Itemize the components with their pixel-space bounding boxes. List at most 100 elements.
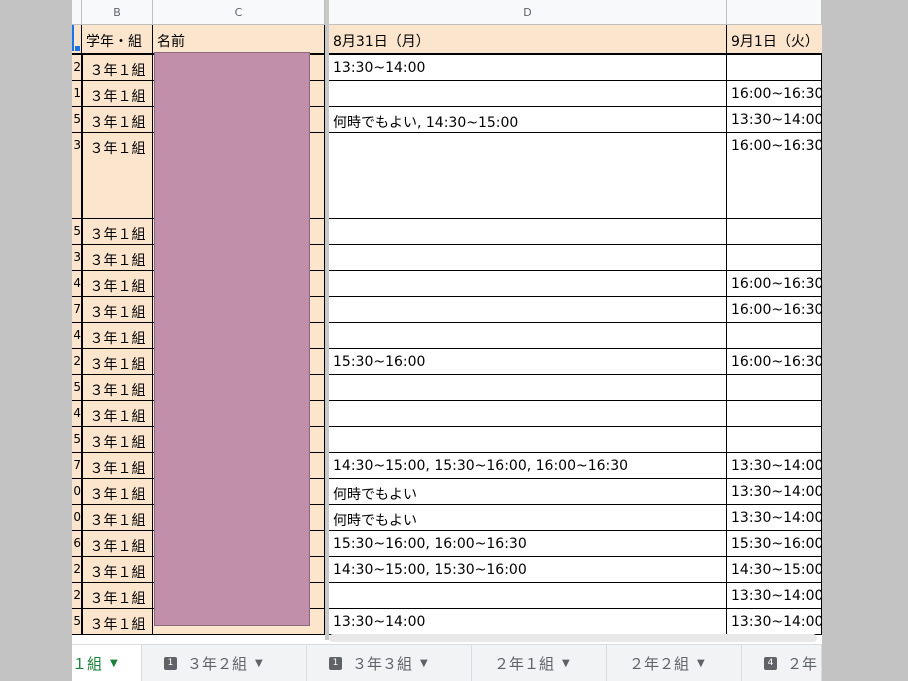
horizontal-scrollbar[interactable] bbox=[329, 634, 817, 642]
frozen-column-divider[interactable] bbox=[325, 0, 329, 640]
availability-aug31-cell[interactable]: 何時でもよい bbox=[329, 479, 727, 505]
row-number-cell[interactable]: 2 bbox=[72, 557, 82, 583]
grade-class-cell[interactable]: ３年１組 bbox=[82, 107, 153, 133]
row-number-cell[interactable]: 0 bbox=[72, 479, 82, 505]
availability-aug31-cell[interactable] bbox=[329, 297, 727, 323]
availability-sep1-cell[interactable] bbox=[727, 427, 822, 453]
availability-sep1-cell[interactable]: 16:00~16:30 bbox=[727, 349, 822, 375]
grade-class-cell[interactable]: ３年１組 bbox=[82, 453, 153, 479]
grade-class-cell[interactable]: ３年１組 bbox=[82, 479, 153, 505]
availability-aug31-cell[interactable] bbox=[329, 401, 727, 427]
availability-sep1-cell[interactable]: 13:30~14:00 bbox=[727, 479, 822, 505]
row-number-cell[interactable]: 2 bbox=[72, 55, 82, 81]
row-number-cell[interactable]: 5 bbox=[72, 219, 82, 245]
sheet-tab[interactable]: ２年１組 ▼ bbox=[472, 645, 607, 681]
availability-aug31-cell[interactable]: 何時でもよい bbox=[329, 505, 727, 531]
availability-aug31-cell[interactable] bbox=[329, 133, 727, 219]
tab-menu-caret-icon[interactable]: ▼ bbox=[420, 658, 428, 669]
grade-class-cell[interactable]: ３年１組 bbox=[82, 323, 153, 349]
row-number-cell[interactable]: 1 bbox=[72, 81, 82, 107]
grade-class-cell[interactable]: ３年１組 bbox=[82, 219, 153, 245]
availability-sep1-cell[interactable]: 13:30~14:00 bbox=[727, 107, 822, 133]
sheet-tab[interactable]: 1 ３年３組 ▼ bbox=[307, 645, 472, 681]
availability-aug31-cell[interactable] bbox=[329, 583, 727, 609]
tab-menu-caret-icon[interactable]: ▼ bbox=[562, 658, 570, 669]
sheet-tab[interactable]: ２年２組 ▼ bbox=[607, 645, 742, 681]
grade-class-cell[interactable]: ３年１組 bbox=[82, 401, 153, 427]
availability-sep1-cell[interactable] bbox=[727, 375, 822, 401]
availability-sep1-cell[interactable]: 16:00~16:30 bbox=[727, 271, 822, 297]
row-number-cell[interactable]: 3 bbox=[72, 133, 82, 219]
grade-class-cell[interactable]: ３年１組 bbox=[82, 55, 153, 81]
grade-class-cell[interactable]: ３年１組 bbox=[82, 375, 153, 401]
availability-sep1-cell[interactable]: 16:00~16:30 bbox=[727, 297, 822, 323]
tab-menu-caret-icon[interactable]: ▼ bbox=[255, 658, 263, 669]
grade-class-cell[interactable]: ３年１組 bbox=[82, 427, 153, 453]
sheet-tab[interactable]: 4 ２年 bbox=[742, 645, 822, 681]
header-date-sep1[interactable]: 9月1日（火） bbox=[727, 25, 822, 53]
availability-aug31-cell[interactable] bbox=[329, 219, 727, 245]
row-number-cell[interactable]: 4 bbox=[72, 323, 82, 349]
availability-aug31-cell[interactable] bbox=[329, 375, 727, 401]
row-number-cell[interactable]: 7 bbox=[72, 453, 82, 479]
availability-aug31-cell[interactable] bbox=[329, 81, 727, 107]
row-number-cell[interactable]: 3 bbox=[72, 245, 82, 271]
row-number-cell[interactable]: 5 bbox=[72, 375, 82, 401]
availability-aug31-cell[interactable]: 何時でもよい, 14:30~15:00 bbox=[329, 107, 727, 133]
tab-menu-caret-icon[interactable]: ▼ bbox=[110, 658, 118, 669]
availability-aug31-cell[interactable]: 13:30~14:00 bbox=[329, 55, 727, 81]
availability-sep1-cell[interactable]: 14:30~15:00 bbox=[727, 557, 822, 583]
tab-menu-caret-icon[interactable]: ▼ bbox=[697, 658, 705, 669]
availability-sep1-cell[interactable] bbox=[727, 55, 822, 81]
column-header-c[interactable]: C bbox=[153, 0, 325, 25]
grade-class-cell[interactable]: ３年１組 bbox=[82, 557, 153, 583]
header-name[interactable]: 名前 bbox=[153, 25, 325, 53]
grade-class-cell[interactable]: ３年１組 bbox=[82, 349, 153, 375]
row-number-cell[interactable]: 5 bbox=[72, 609, 82, 635]
row-number-cell[interactable]: 7 bbox=[72, 297, 82, 323]
row-number-cell[interactable]: 6 bbox=[72, 531, 82, 557]
row-number-cell[interactable]: 4 bbox=[72, 271, 82, 297]
availability-aug31-cell[interactable]: 13:30~14:00 bbox=[329, 609, 727, 635]
availability-sep1-cell[interactable]: 13:30~14:00 bbox=[727, 453, 822, 479]
availability-sep1-cell[interactable] bbox=[727, 245, 822, 271]
row-number-cell[interactable]: 2 bbox=[72, 349, 82, 375]
availability-sep1-cell[interactable]: 13:30~14:00 bbox=[727, 609, 822, 635]
availability-sep1-cell[interactable] bbox=[727, 401, 822, 427]
availability-aug31-cell[interactable] bbox=[329, 245, 727, 271]
grade-class-cell[interactable]: ３年１組 bbox=[82, 271, 153, 297]
grade-class-cell[interactable]: ３年１組 bbox=[82, 505, 153, 531]
grade-class-cell[interactable]: ３年１組 bbox=[82, 297, 153, 323]
column-header-d[interactable]: D bbox=[329, 0, 727, 25]
grade-class-cell[interactable]: ３年１組 bbox=[82, 81, 153, 107]
availability-aug31-cell[interactable]: 14:30~15:00, 15:30~16:00 bbox=[329, 557, 727, 583]
grade-class-cell[interactable]: ３年１組 bbox=[82, 609, 153, 635]
row-number-cell[interactable]: 4 bbox=[72, 401, 82, 427]
availability-sep1-cell[interactable]: 15:30~16:00 bbox=[727, 531, 822, 557]
availability-aug31-cell[interactable] bbox=[329, 427, 727, 453]
availability-sep1-cell[interactable] bbox=[727, 219, 822, 245]
row-number-cell[interactable]: 5 bbox=[72, 107, 82, 133]
availability-aug31-cell[interactable] bbox=[329, 271, 727, 297]
grade-class-cell[interactable]: ３年１組 bbox=[82, 531, 153, 557]
sheet-tab[interactable]: １組 ▼ bbox=[72, 645, 142, 681]
spreadsheet-grid[interactable]: B C D 学年・組 名前 8月31日（月） 9月1日（火） 2 ３年１組 13:3… bbox=[72, 0, 822, 681]
column-header-b[interactable]: B bbox=[82, 0, 153, 25]
column-header-a[interactable] bbox=[72, 0, 82, 25]
header-date-aug31[interactable]: 8月31日（月） bbox=[329, 25, 727, 53]
availability-sep1-cell[interactable]: 16:00~16:30 bbox=[727, 81, 822, 107]
availability-sep1-cell[interactable]: 16:00~16:30 bbox=[727, 133, 822, 219]
availability-sep1-cell[interactable]: 13:30~14:00 bbox=[727, 583, 822, 609]
header-grade-class[interactable]: 学年・組 bbox=[82, 25, 153, 53]
sheet-tab[interactable]: 1 ３年２組 ▼ bbox=[142, 645, 307, 681]
availability-sep1-cell[interactable]: 13:30~14:00 bbox=[727, 505, 822, 531]
row-number-cell[interactable]: 5 bbox=[72, 427, 82, 453]
row-number-cell[interactable]: 2 bbox=[72, 583, 82, 609]
availability-aug31-cell[interactable]: 14:30~15:00, 15:30~16:00, 16:00~16:30 bbox=[329, 453, 727, 479]
grade-class-cell[interactable]: ３年１組 bbox=[82, 133, 153, 219]
row-number-cell[interactable]: 0 bbox=[72, 505, 82, 531]
availability-aug31-cell[interactable] bbox=[329, 323, 727, 349]
availability-sep1-cell[interactable] bbox=[727, 323, 822, 349]
availability-aug31-cell[interactable]: 15:30~16:00, 16:00~16:30 bbox=[329, 531, 727, 557]
column-header-e[interactable] bbox=[727, 0, 822, 25]
